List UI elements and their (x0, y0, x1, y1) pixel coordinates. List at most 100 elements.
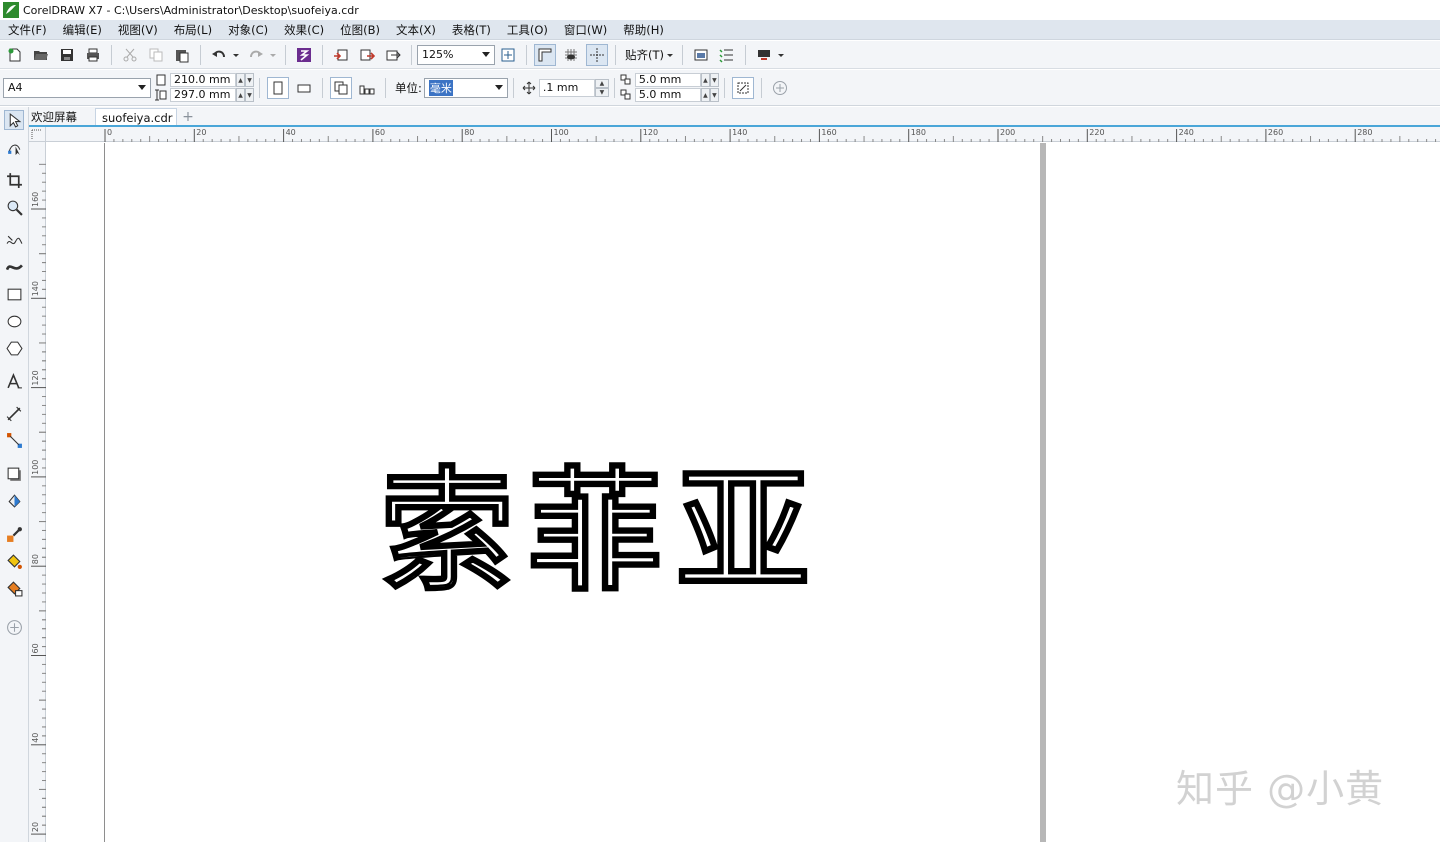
separator (259, 77, 260, 98)
duplicate-x-field[interactable]: 5.0 mm (634, 73, 701, 87)
show-grid-button[interactable] (560, 44, 582, 66)
menu-window[interactable]: 窗口(W) (556, 20, 615, 40)
interactive-fill-tool[interactable] (4, 551, 24, 571)
welcome-screen-button[interactable] (690, 44, 712, 66)
menu-object[interactable]: 对象(C) (220, 20, 276, 40)
units-combo[interactable]: 毫米 (423, 77, 508, 98)
zoom-fit-button[interactable] (497, 44, 519, 66)
launcher-dropdown[interactable] (777, 44, 785, 66)
menu-table[interactable]: 表格(T) (444, 20, 499, 40)
title-bar: CorelDRAW X7 - C:\Users\Administrator\De… (0, 0, 1440, 20)
duplicate-y-stepper[interactable]: ▲ ▼ (700, 88, 719, 102)
vertical-ruler[interactable]: 160 140 120 100 80 60 40 20 (29, 142, 46, 842)
menu-effects[interactable]: 效果(C) (276, 20, 332, 40)
connector-tool[interactable] (4, 430, 24, 450)
export-button[interactable] (356, 44, 378, 66)
zoom-combo[interactable]: 125% (417, 44, 495, 65)
menu-file[interactable]: 文件(F) (0, 20, 55, 40)
ruler-label: 120 (31, 370, 40, 385)
rulers-icon (538, 48, 552, 61)
new-tab-plus-icon[interactable]: + (181, 109, 195, 125)
show-guidelines-button[interactable] (586, 43, 608, 66)
redo-dropdown[interactable] (269, 44, 277, 66)
ruler-label: 240 (1179, 128, 1194, 137)
menu-help[interactable]: 帮助(H) (615, 20, 672, 40)
horizontal-ruler[interactable]: 0 20 40 60 80 100 120 140 160 180 200 220 240 260 280 (46, 127, 1440, 142)
all-pages-button[interactable] (330, 76, 352, 99)
show-rulers-button[interactable] (534, 43, 556, 66)
duplicate-x-stepper[interactable]: ▲ ▼ (700, 73, 719, 87)
duplicate-y-field[interactable]: 5.0 mm (634, 88, 701, 102)
chevron-down-icon (138, 85, 146, 90)
rectangle-tool[interactable] (4, 284, 24, 304)
pick-tool[interactable] (4, 110, 24, 130)
current-page-button[interactable] (356, 77, 378, 99)
ruler-origin[interactable] (29, 127, 46, 142)
cut-button[interactable] (119, 44, 141, 66)
page-width-stepper[interactable]: ▲ ▼ (236, 73, 254, 87)
snap-to-menu[interactable]: 贴齐(T) (625, 47, 664, 63)
application-launcher-button[interactable] (753, 44, 775, 66)
options-button[interactable] (716, 44, 738, 66)
menu-text[interactable]: 文本(X) (388, 20, 444, 40)
separator (723, 77, 725, 98)
page-height-field[interactable]: 297.0 mm (170, 88, 236, 102)
quick-customize-tool[interactable] (4, 617, 24, 637)
menu-tools[interactable]: 工具(O) (499, 20, 556, 40)
ellipse-tool[interactable] (4, 311, 24, 331)
print-icon (87, 48, 99, 61)
page-height-stepper[interactable]: ▲ ▼ (236, 88, 254, 102)
ruler-label: 220 (1089, 128, 1104, 137)
print-button[interactable] (82, 44, 104, 66)
landscape-button[interactable] (293, 77, 315, 99)
menu-edit[interactable]: 编辑(E) (55, 20, 110, 40)
menu-view[interactable]: 视图(V) (110, 20, 166, 40)
tab-welcome-screen[interactable]: 欢迎屏幕 (29, 108, 87, 126)
publish-pdf-button[interactable] (382, 44, 404, 66)
artwork-suofeiya-outline[interactable]: 索菲亚 (380, 450, 830, 602)
shape-tool[interactable] (4, 137, 24, 157)
smart-fill-tool[interactable] (4, 578, 24, 598)
artistic-media-tool[interactable] (4, 257, 24, 277)
dimension-tool[interactable] (4, 404, 24, 424)
transparency-tool[interactable] (4, 490, 24, 510)
snap-dropdown[interactable] (666, 44, 674, 66)
separator (322, 77, 323, 98)
menu-bitmaps[interactable]: 位图(B) (332, 20, 388, 40)
quick-customize-button[interactable] (769, 77, 791, 99)
undo-dropdown[interactable] (232, 44, 240, 66)
transparency-icon (7, 493, 21, 508)
paste-button[interactable] (171, 44, 193, 66)
portrait-page-icon (273, 81, 283, 94)
menu-layout[interactable]: 布局(L) (166, 20, 220, 40)
zoom-tool[interactable] (4, 197, 24, 217)
copy-button[interactable] (145, 44, 167, 66)
search-content-button[interactable] (293, 44, 315, 66)
chevron-down-icon (270, 53, 276, 57)
eyedropper-tool[interactable] (4, 524, 24, 544)
open-button[interactable] (30, 44, 52, 66)
ruler-label: 20 (196, 128, 206, 137)
polygon-tool[interactable] (4, 338, 24, 358)
treat-as-filled-button[interactable] (731, 76, 754, 99)
import-button[interactable] (330, 44, 352, 66)
paste-icon (176, 49, 189, 62)
nudge-distance-field[interactable]: .1 mm (538, 78, 595, 97)
undo-button[interactable] (208, 44, 230, 66)
tab-suofeiya-cdr[interactable]: suofeiya.cdr (95, 108, 177, 126)
page-size-combo[interactable]: A4 (3, 77, 151, 98)
crop-tool[interactable] (4, 170, 24, 190)
save-button[interactable] (56, 44, 78, 66)
text-tool[interactable] (4, 371, 24, 391)
welcome-screen-icon (694, 49, 708, 60)
window-title: CorelDRAW X7 - C:\Users\Administrator\De… (23, 3, 359, 17)
chevron-down-icon (482, 52, 490, 57)
shape-edit-icon (7, 144, 20, 155)
freehand-tool[interactable] (4, 231, 24, 251)
page-width-field[interactable]: 210.0 mm (170, 73, 236, 87)
portrait-button[interactable] (267, 76, 289, 99)
new-document-button[interactable] (4, 44, 26, 66)
drop-shadow-tool[interactable] (4, 464, 24, 484)
redo-button[interactable] (245, 44, 267, 66)
nudge-stepper[interactable]: ▲ ▼ (594, 78, 609, 97)
